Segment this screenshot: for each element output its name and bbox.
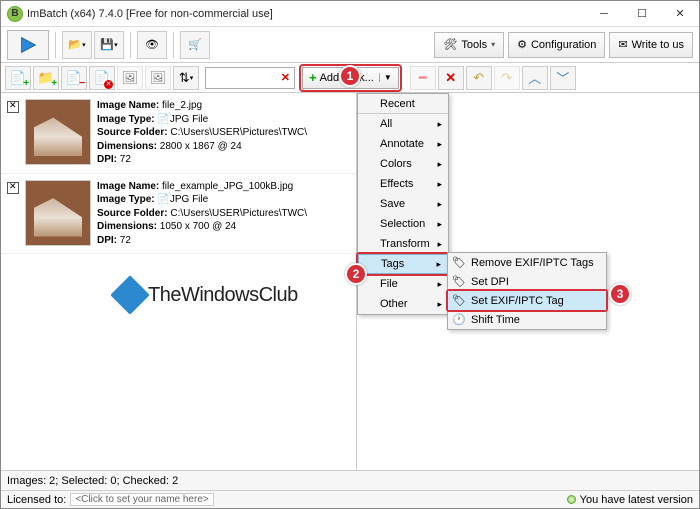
mail-icon: ✉ xyxy=(618,38,627,51)
menu-save[interactable]: Save▸ xyxy=(358,194,448,214)
menu-recent[interactable]: Recent xyxy=(358,94,448,114)
list-item[interactable]: Image Name: file_2.jpg Image Type: 📄JPG … xyxy=(1,93,356,174)
preview-button[interactable]: 👁 xyxy=(137,31,167,59)
menu-effects[interactable]: Effects▸ xyxy=(358,174,448,194)
sort-button[interactable]: ⇅▾ xyxy=(173,66,199,90)
checkbox[interactable] xyxy=(7,182,19,194)
thumbnail xyxy=(25,99,91,165)
file-info: Image Name: file_2.jpg Image Type: 📄JPG … xyxy=(97,99,307,167)
version-status: You have latest version xyxy=(567,494,693,506)
maximize-button[interactable]: ☐ xyxy=(623,1,661,26)
callout-2: 2 xyxy=(345,263,367,285)
menu-transform[interactable]: Transform▸ xyxy=(358,234,448,254)
add-file-button[interactable]: 📄+ xyxy=(5,66,31,90)
close-button[interactable]: ✕ xyxy=(661,1,699,26)
search-box[interactable]: ✕ xyxy=(205,67,295,89)
redo-button[interactable]: ↷ xyxy=(494,66,520,90)
open-button[interactable]: 📂▾ xyxy=(62,31,92,59)
menu-all[interactable]: All▸ xyxy=(358,114,448,134)
remove-file-button[interactable]: 📄− xyxy=(61,66,87,90)
watermark-logo-icon xyxy=(110,275,150,315)
cart-button[interactable]: 🛒 xyxy=(180,31,210,59)
checkbox[interactable] xyxy=(7,101,19,113)
status-bar-license: Licensed to: <Click to set your name her… xyxy=(1,490,699,508)
menu-tags[interactable]: Tags▸ xyxy=(358,254,448,274)
search-input[interactable] xyxy=(206,72,277,84)
watermark: TheWindowsClub xyxy=(116,281,298,309)
submenu-remove-exif[interactable]: 🏷Remove EXIF/IPTC Tags xyxy=(448,253,606,272)
ok-icon xyxy=(567,495,576,504)
clear-search-icon[interactable]: ✕ xyxy=(277,71,294,84)
image-b-button[interactable]: 🖼 xyxy=(145,66,171,90)
image-count-status: Images: 2; Selected: 0; Checked: 2 xyxy=(7,475,178,487)
file-info: Image Name: file_example_JPG_100kB.jpg I… xyxy=(97,180,307,248)
save-button[interactable]: 💾▾ xyxy=(94,31,124,59)
main-toolbar: 📂▾ 💾▾ 👁 🛒 🛠Tools▾ ⚙Configuration ✉Write … xyxy=(1,27,699,63)
delete-task-button[interactable]: ✕ xyxy=(438,66,464,90)
movedown-button[interactable]: ﹀ xyxy=(550,66,576,90)
callout-1: 1 xyxy=(339,65,361,87)
titlebar: B ImBatch (x64) 7.4.0 [Free for non-comm… xyxy=(1,1,699,27)
menu-selection[interactable]: Selection▸ xyxy=(358,214,448,234)
plus-icon: + xyxy=(309,70,317,85)
write-to-us-button[interactable]: ✉Write to us xyxy=(609,32,693,58)
submenu-setexif-highlight: 🏷Set EXIF/IPTC Tag xyxy=(446,289,608,312)
thumbnail xyxy=(25,180,91,246)
delete-task-disabled: ━ xyxy=(410,66,436,90)
license-name-field[interactable]: <Click to set your name here> xyxy=(70,493,213,506)
folder-open-icon: 📂 xyxy=(68,38,82,51)
clock-icon: 🕐 xyxy=(452,313,466,327)
file-list-pane: Image Name: file_2.jpg Image Type: 📄JPG … xyxy=(1,93,357,490)
licensed-to-label: Licensed to: xyxy=(7,494,66,506)
run-button[interactable] xyxy=(7,30,49,60)
add-task-menu: Recent All▸ Annotate▸ Colors▸ Effects▸ S… xyxy=(357,93,449,315)
tags-submenu: 🏷Remove EXIF/IPTC Tags 🏷Set DPI 🏷Set EXI… xyxy=(447,252,607,330)
tag-remove-icon: 🏷 xyxy=(452,256,466,270)
configuration-button[interactable]: ⚙Configuration xyxy=(508,32,605,58)
dropdown-icon[interactable]: ▼ xyxy=(379,73,392,82)
menu-annotate[interactable]: Annotate▸ xyxy=(358,134,448,154)
menu-other[interactable]: Other▸ xyxy=(358,294,448,314)
tag-set-icon: 🏷 xyxy=(452,294,466,308)
undo-button[interactable]: ↶ xyxy=(466,66,492,90)
menu-colors[interactable]: Colors▸ xyxy=(358,154,448,174)
tools-button[interactable]: 🛠Tools▾ xyxy=(434,32,504,58)
secondary-toolbar: 📄+ 📁+ 📄− 📄✕ 🖼 🖼 ⇅▾ ✕ + Add Task... ▼ ━ ✕… xyxy=(1,63,699,93)
submenu-shift-time[interactable]: 🕐Shift Time xyxy=(448,310,606,329)
minimize-button[interactable]: ─ xyxy=(585,1,623,26)
menu-tags-highlight: Tags▸ xyxy=(356,252,450,276)
gear-icon: ⚙ xyxy=(517,38,527,51)
callout-3: 3 xyxy=(609,283,631,305)
app-icon: B xyxy=(7,6,23,22)
wrench-icon: 🛠 xyxy=(443,38,457,51)
submenu-set-exif[interactable]: 🏷Set EXIF/IPTC Tag xyxy=(448,291,606,310)
task-pane: Recent All▸ Annotate▸ Colors▸ Effects▸ S… xyxy=(357,93,699,490)
disk-icon: 💾 xyxy=(100,38,114,51)
window-title: ImBatch (x64) 7.4.0 [Free for non-commer… xyxy=(27,8,585,20)
cart-icon: 🛒 xyxy=(188,38,202,51)
eye-icon: 👁 xyxy=(145,38,159,51)
list-item[interactable]: Image Name: file_example_JPG_100kB.jpg I… xyxy=(1,174,356,255)
status-bar-info: Images: 2; Selected: 0; Checked: 2 xyxy=(1,470,699,490)
image-a-button[interactable]: 🖼 xyxy=(117,66,143,90)
moveup-button[interactable]: ︿ xyxy=(522,66,548,90)
watermark-text: TheWindowsClub xyxy=(148,284,298,307)
add-folder-button[interactable]: 📁+ xyxy=(33,66,59,90)
menu-file[interactable]: File▸ xyxy=(358,274,448,294)
tag-dpi-icon: 🏷 xyxy=(452,275,466,289)
remove-all-button[interactable]: 📄✕ xyxy=(89,66,115,90)
